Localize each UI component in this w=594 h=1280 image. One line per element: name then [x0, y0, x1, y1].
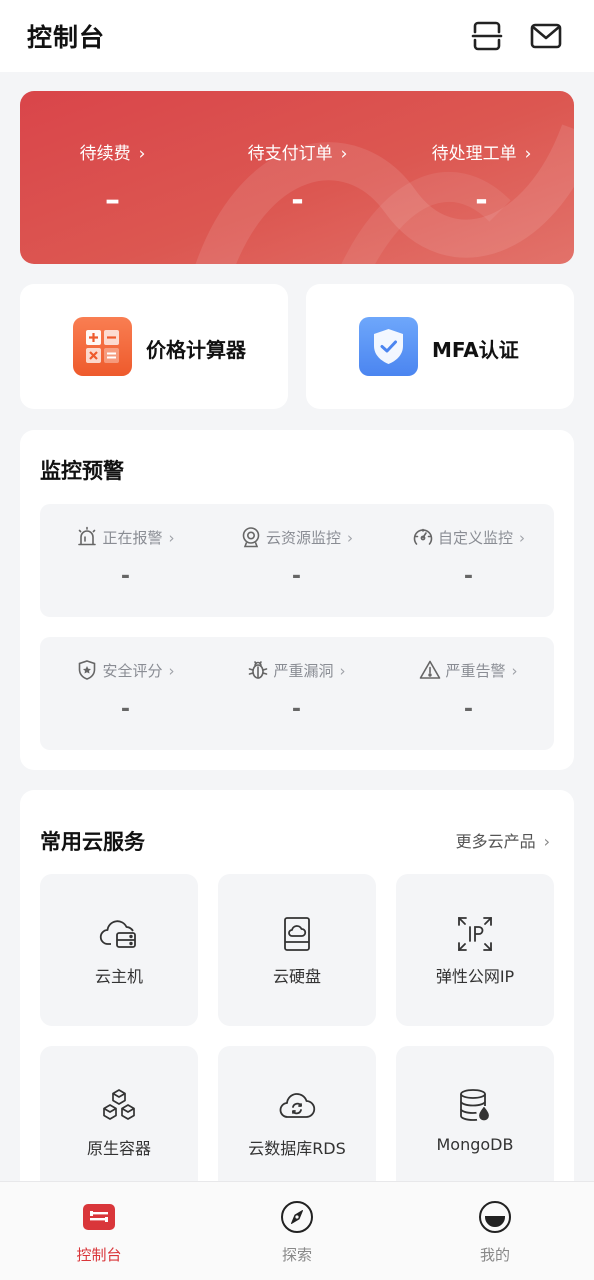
- custom-monitor-label: 自定义监控: [437, 529, 513, 547]
- ip-icon: [458, 917, 492, 951]
- monitor-section-title: 监控预警: [40, 459, 124, 483]
- critical-vulnerabilities-value: -: [291, 697, 302, 722]
- banner-pending-tickets[interactable]: 待处理工单 › -: [389, 91, 574, 264]
- shield-check-icon: [359, 317, 418, 376]
- scan-icon[interactable]: [471, 20, 503, 52]
- monitor-custom[interactable]: 自定义监控 › -: [383, 504, 554, 617]
- chevron-right-icon: ›: [519, 529, 525, 547]
- mail-icon[interactable]: [530, 20, 562, 52]
- compass-icon: [281, 1201, 313, 1233]
- tab-explore-label: 探索: [281, 1246, 312, 1264]
- chevron-right-icon: ›: [347, 529, 353, 547]
- pending-tickets-label: 待处理工单: [431, 144, 517, 164]
- service-mongodb[interactable]: MongoDB: [396, 1046, 554, 1198]
- critical-alerts-value: -: [463, 697, 474, 722]
- price-calculator-label: 价格计算器: [146, 338, 246, 362]
- tab-console-label: 控制台: [76, 1246, 122, 1264]
- cloud-resource-value: -: [291, 564, 302, 589]
- chevron-right-icon: ›: [168, 529, 175, 547]
- webcam-icon: [242, 527, 260, 548]
- cloud-disk-icon: [284, 917, 310, 951]
- services-section-title: 常用云服务: [40, 830, 145, 854]
- monitor-alert-section: 监控预警 正在报警 › - 云资源监控 › - 自定义监控 › - 安全评分 ›…: [20, 430, 574, 770]
- bottom-tab-bar: 控制台 探索 我的: [0, 1181, 594, 1280]
- service-cloud-disk[interactable]: 云硬盘: [218, 874, 376, 1026]
- tab-mine-label: 我的: [479, 1246, 510, 1264]
- native-container-label: 原生容器: [86, 1139, 151, 1158]
- alarming-value: -: [120, 564, 131, 589]
- chevron-right-icon: ›: [340, 144, 348, 164]
- tab-explore[interactable]: 探索: [198, 1182, 396, 1280]
- renewal-value: –: [105, 183, 120, 218]
- common-services-section: 常用云服务 更多云产品 › 云主机 云硬盘 弹性公网IP 原生容器 云数据库RD…: [20, 790, 574, 1210]
- elastic-ip-label: 弹性公网IP: [435, 967, 515, 986]
- pending-tickets-value: -: [475, 183, 488, 218]
- unpaid-orders-label: 待支付订单: [247, 144, 333, 164]
- more-products-label: 更多云产品: [455, 832, 536, 851]
- warning-icon: [420, 660, 441, 679]
- chevron-right-icon: ›: [339, 662, 346, 680]
- top-header: 控制台: [0, 0, 594, 72]
- chevron-right-icon: ›: [138, 144, 146, 164]
- custom-monitor-value: -: [463, 564, 474, 589]
- console-icon: [83, 1204, 115, 1230]
- mfa-auth-card[interactable]: MFA认证: [306, 284, 574, 409]
- security-score[interactable]: 安全评分 › -: [40, 637, 211, 750]
- critical-vulnerabilities[interactable]: 严重漏洞 › -: [211, 637, 382, 750]
- profile-icon: [479, 1201, 511, 1233]
- bug-icon: [249, 661, 268, 679]
- container-icon: [103, 1089, 135, 1120]
- shield-star-icon: [79, 660, 96, 680]
- price-calculator-card[interactable]: 价格计算器: [20, 284, 288, 409]
- critical-vulnerabilities-label: 严重漏洞: [273, 662, 334, 680]
- cloud-server-icon: [99, 920, 136, 948]
- database-icon: [460, 1089, 489, 1121]
- tab-console[interactable]: 控制台: [0, 1182, 198, 1280]
- mongodb-label: MongoDB: [436, 1135, 514, 1154]
- cloud-resource-label: 云资源监控: [265, 529, 341, 547]
- tab-mine[interactable]: 我的: [396, 1182, 594, 1280]
- critical-alerts[interactable]: 严重告警 › -: [383, 637, 554, 750]
- gauge-icon: [413, 528, 433, 545]
- security-score-label: 安全评分: [102, 662, 163, 680]
- monitor-alarming[interactable]: 正在报警 › -: [40, 504, 211, 617]
- monitor-row-2: 安全评分 › - 严重漏洞 › - 严重告警 › -: [40, 637, 554, 750]
- calculator-icon: [73, 317, 132, 376]
- alarming-label: 正在报警: [102, 529, 163, 547]
- billing-summary-banner: 待续费 › – 待支付订单 › - 待处理工单 › -: [20, 91, 574, 264]
- renewal-label: 待续费: [79, 144, 131, 164]
- monitor-cloud-resource[interactable]: 云资源监控 › -: [211, 504, 382, 617]
- service-elastic-ip[interactable]: 弹性公网IP: [396, 874, 554, 1026]
- cloud-disk-label: 云硬盘: [272, 967, 321, 986]
- mfa-auth-label: MFA认证: [432, 338, 519, 362]
- cloud-server-label: 云主机: [94, 967, 143, 986]
- critical-alerts-label: 严重告警: [445, 662, 506, 680]
- chevron-right-icon: ›: [524, 144, 532, 164]
- page-title: 控制台: [27, 23, 106, 52]
- chevron-right-icon: ›: [543, 832, 550, 851]
- banner-renewal[interactable]: 待续费 › –: [20, 91, 205, 264]
- service-native-container[interactable]: 原生容器: [40, 1046, 198, 1198]
- cloud-database-label: 云数据库RDS: [248, 1139, 346, 1158]
- chevron-right-icon: ›: [511, 662, 518, 680]
- monitor-row-1: 正在报警 › - 云资源监控 › - 自定义监控 › -: [40, 504, 554, 617]
- chevron-right-icon: ›: [168, 662, 175, 680]
- service-cloud-server[interactable]: 云主机: [40, 874, 198, 1026]
- unpaid-orders-value: -: [291, 183, 304, 218]
- cloud-database-icon: [279, 1093, 316, 1118]
- banner-unpaid-orders[interactable]: 待支付订单 › -: [205, 91, 390, 264]
- service-cloud-database-rds[interactable]: 云数据库RDS: [218, 1046, 376, 1198]
- alarm-icon: [78, 526, 97, 546]
- more-products-link[interactable]: 更多云产品 ›: [456, 828, 550, 852]
- security-score-value: -: [120, 697, 131, 722]
